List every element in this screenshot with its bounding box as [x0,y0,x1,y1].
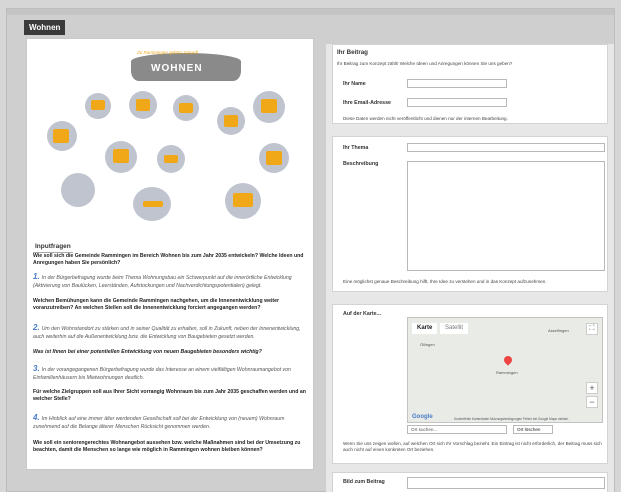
context-3-number: 3. [33,364,40,373]
poster-illustration [61,173,95,207]
poster-illustration [113,149,129,163]
context-2-number: 2. [33,323,40,332]
poster-illustration [164,155,178,163]
context-1: 1. In der Bürgerbefragung wurde beim Them… [33,272,309,290]
zoom-out-button[interactable]: − [586,396,598,408]
poster-illustration [224,115,238,127]
description-textarea[interactable] [407,161,605,271]
map-place: Asselfingen [548,328,569,333]
question-1: Welchen Bemühungen kann die Gemeinde Ram… [33,298,280,312]
description-note: Eine möglichst genaue Beschreibung hilft… [343,279,547,284]
poster-illustration [136,99,150,111]
description-panel: Ihr Thema Beschreibung Eine möglichst ge… [332,136,608,292]
intro-question: Wie soll sich die Gemeinde Rammingen im … [33,253,304,267]
map-label: Auf der Karte... [343,311,381,317]
top-bar [7,9,614,15]
poster-illustration [233,193,253,207]
poster-illustration [261,99,277,113]
identity-panel: Ihr Beitrag Ihr Beitrag zum Konzept zähl… [332,44,608,124]
email-label: Ihre Email-Adresse [343,100,391,106]
poster-image: Zu Rammingen gehört Zukunft WOHNEN [33,45,309,235]
name-field[interactable] [407,79,507,88]
topic-field[interactable] [407,143,605,152]
fullscreen-icon[interactable]: ⛶ [586,323,598,335]
image-panel: Bild zum Beitrag [332,472,608,492]
map-panel: Auf der Karte... Karte Satellit ⛶ Asself… [332,304,608,464]
map-place: Rammingen [496,370,518,375]
context-4-text: Im Hinblick auf eine immer älter werdend… [33,416,285,430]
context-2: 2. Um den Wohnstandort zu stärken und in … [33,323,309,341]
clear-location-button[interactable]: Ort löschen [513,425,553,434]
context-3-text: In der vorangegangenen Bürgerbefragung w… [33,367,291,381]
poster-illustration [53,129,69,143]
question-3: Für welche Zielgruppen soll aus Ihrer Si… [33,389,306,403]
tab-map[interactable]: Karte [412,323,438,334]
poster-illustration [91,100,105,110]
description-label: Beschreibung [343,161,379,167]
form-subheading: Ihr Beitrag zum Konzept zählt! Welche Id… [337,61,513,66]
image-upload[interactable] [407,477,605,489]
context-1-number: 1. [33,272,40,281]
image-label: Bild zum Beitrag [343,479,385,485]
poster-illustration [266,151,282,165]
location-map[interactable]: Karte Satellit ⛶ Asselfingen Öllingen Ra… [407,317,603,423]
zoom-in-button[interactable]: + [586,382,598,394]
poster-illustration [143,201,163,207]
email-field[interactable] [407,98,507,107]
poster-title: WOHNEN [151,63,203,74]
map-footer: Kurzbefehle Kartendaten Nutzungsbedingun… [454,417,569,421]
context-4-number: 4. [33,413,40,422]
map-search-input[interactable]: Ort suchen... [407,425,507,434]
tab-satellite[interactable]: Satellit [440,323,469,334]
google-logo: Google [412,414,433,420]
poster-subtitle: Zu Rammingen gehört Zukunft [137,50,199,55]
context-1-text: In der Bürgerbefragung wurde beim Thema … [33,275,292,289]
context-4: 4. Im Hinblick auf eine immer älter werde… [33,413,309,431]
name-label: Ihr Name [343,81,366,87]
topic-panel: Zu Rammingen gehört Zukunft WOHNEN Input… [26,38,314,470]
context-3: 3. In der vorangegangenen Bürgerbefragung… [33,364,309,382]
question-2: Was ist Ihnen bei einer potentiellen Ent… [33,349,262,355]
inputfragen-heading: Inputfragen [33,241,73,253]
contribution-form: Ihr Beitrag Ihr Beitrag zum Konzept zähl… [326,44,614,492]
map-note: Wenn Sie uns zeigen wollen, auf welchen … [343,441,602,452]
poster-illustration [179,103,193,113]
map-pin-icon[interactable] [502,354,514,366]
form-heading: Ihr Beitrag [337,49,368,56]
topic-label: Ihr Thema [343,145,369,151]
question-4: Wie soll ein seniorengerechtes Wohnangeb… [33,440,301,454]
section-tag: Wohnen [24,20,66,35]
map-place: Öllingen [420,342,435,347]
privacy-note: Diese Daten werden nicht veröffentlicht … [343,116,508,121]
context-2-text: Um den Wohnstandort zu stärken und in se… [33,326,301,340]
